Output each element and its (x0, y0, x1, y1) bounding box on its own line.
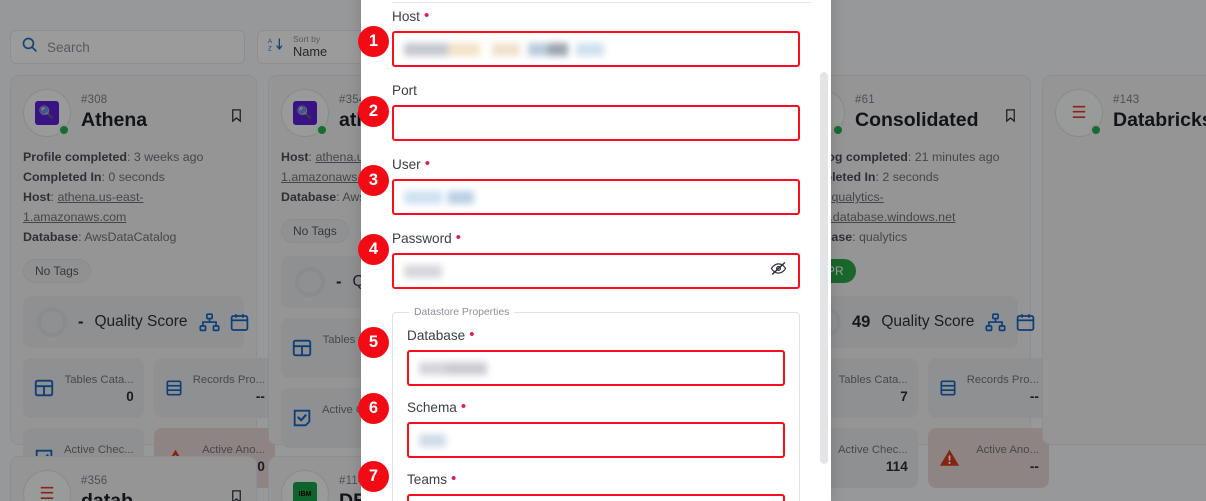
field-label: Port (392, 83, 417, 98)
input-port[interactable] (392, 105, 800, 141)
annotation-badge: 2 (358, 96, 389, 127)
teams-label-row: Teams • (407, 470, 785, 487)
required-indicator: • (469, 326, 475, 343)
masked-value (419, 361, 487, 375)
datastore-properties-legend: Datastore Properties (414, 307, 510, 318)
teams-multiselect[interactable]: Public ✕ ✕ (407, 494, 785, 501)
field-user: User • (392, 155, 800, 215)
datastore-property-fields: Database • Schema • (407, 326, 785, 458)
field-label-row: Password • (392, 229, 800, 246)
masked-value (404, 190, 474, 204)
modal-vertical-scrollbar[interactable] (820, 72, 828, 464)
field-label: Host (392, 9, 420, 24)
field-label-row: Database • (407, 326, 785, 343)
connection-fields: Host • Port User • Password • (392, 7, 800, 289)
edit-datastore-modal: Host • Port User • Password • Datastore … (361, 0, 831, 501)
eye-off-icon[interactable] (770, 260, 787, 282)
input-database[interactable] (407, 350, 785, 386)
field-label: Password (392, 231, 452, 246)
field-password: Password • (392, 229, 800, 289)
field-label: Schema (407, 400, 457, 415)
required-indicator: • (460, 398, 467, 415)
teams-field: Teams • Public ✕ ✕ (407, 470, 785, 501)
annotation-badge: 7 (358, 461, 389, 492)
field-host: Host • (392, 7, 800, 67)
required-indicator: • (455, 229, 461, 246)
field-label-row: Schema • (407, 398, 785, 415)
field-label-row: User • (392, 155, 800, 172)
masked-value (419, 433, 446, 447)
annotation-badge: 3 (358, 165, 389, 196)
field-label-row: Host • (392, 7, 800, 24)
annotation-badge: 5 (358, 327, 389, 358)
required-indicator: • (424, 155, 430, 172)
masked-value (404, 42, 604, 56)
annotation-badge: 6 (358, 393, 389, 424)
field-schema: Schema • (407, 398, 785, 458)
field-label: User (392, 157, 421, 172)
app-root: Search A Z Sort by Name 🔍 #308 Athena Pr… (0, 0, 1206, 501)
datastore-properties-fieldset: Datastore Properties Database • Schema •… (392, 307, 800, 501)
input-schema[interactable] (407, 422, 785, 458)
masked-value (404, 264, 442, 278)
field-port: Port (392, 83, 800, 141)
annotation-badge: 4 (358, 234, 389, 265)
teams-label: Teams (407, 472, 448, 487)
required-indicator: • (451, 470, 457, 487)
input-user[interactable] (392, 179, 800, 215)
field-database: Database • (407, 326, 785, 386)
field-label: Database (407, 328, 466, 343)
field-label-row: Port (392, 83, 800, 98)
annotation-badge: 1 (358, 26, 389, 57)
input-password[interactable] (392, 253, 800, 289)
input-host[interactable] (392, 31, 800, 67)
required-indicator: • (423, 7, 430, 24)
